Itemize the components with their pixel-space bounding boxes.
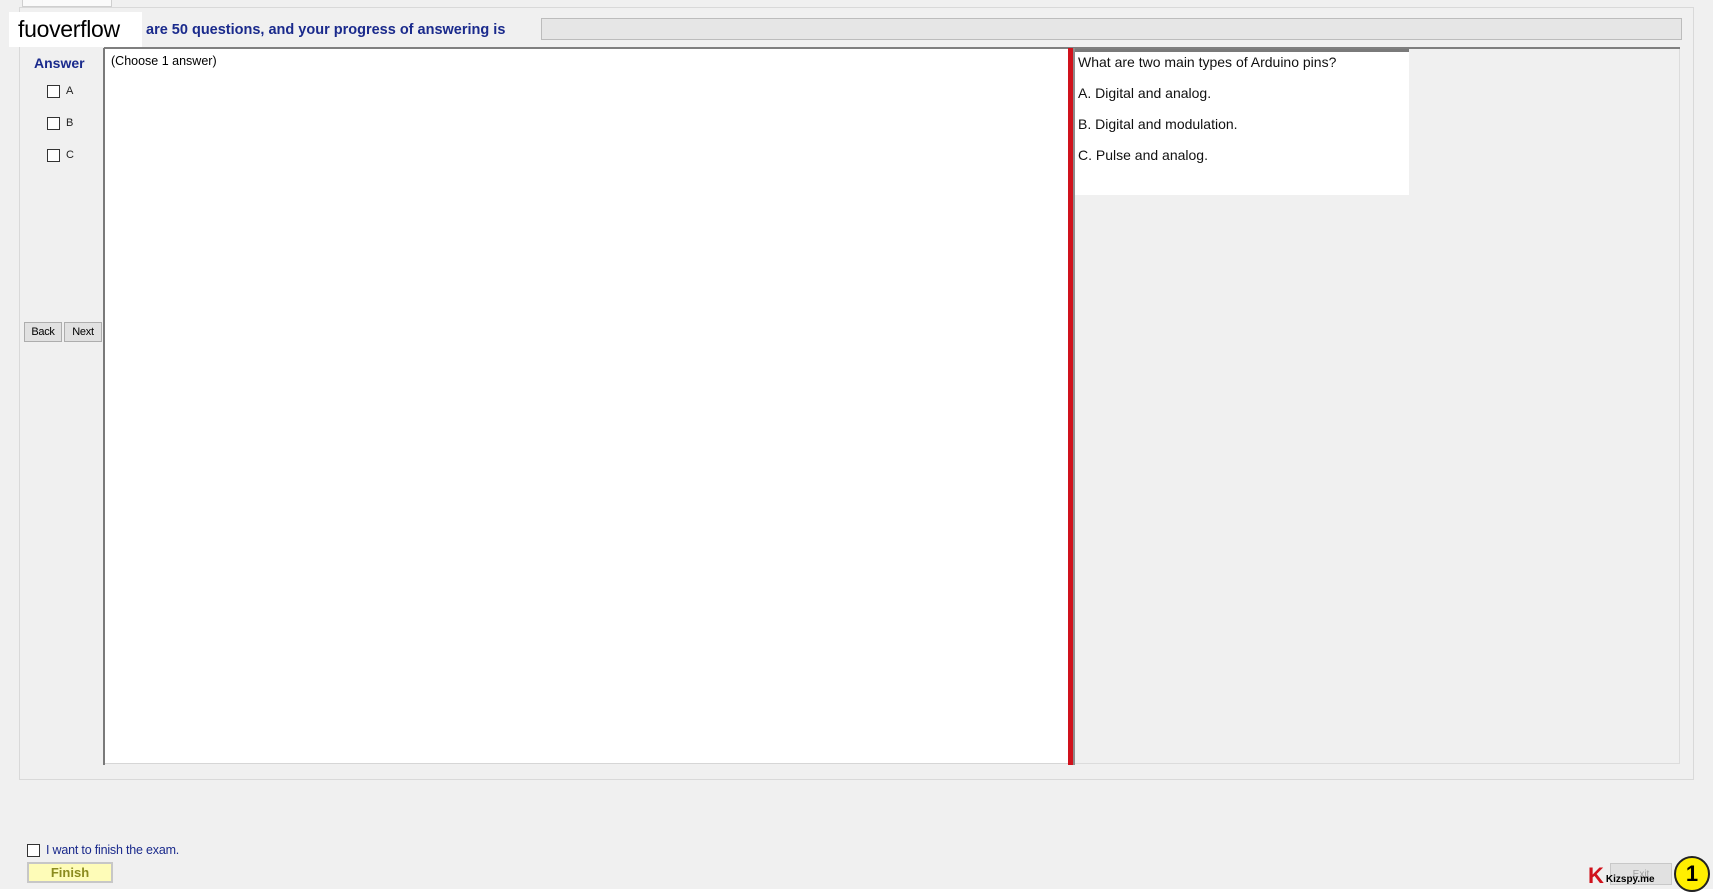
answer-option-a[interactable]: A [47, 83, 73, 99]
question-box: What are two main types of Arduino pins?… [1075, 49, 1409, 195]
question-text: What are two main types of Arduino pins? [1078, 54, 1337, 70]
top-tab [22, 0, 112, 7]
answer-panel: Answer A B C Back Next [22, 49, 104, 764]
main-pane: (Choose 1 answer) [105, 49, 1068, 764]
question-choice-b: B. Digital and modulation. [1078, 116, 1238, 132]
answer-label-b: B [66, 117, 74, 129]
answer-checkbox-c[interactable] [47, 148, 60, 162]
answer-label-c: C [66, 149, 74, 161]
progress-bar [541, 18, 1682, 40]
question-choice-c: C. Pulse and analog. [1078, 147, 1208, 163]
watermark-text: Kizspy.me [1605, 874, 1655, 885]
watermark-logo: K Kizspy.me [1588, 863, 1655, 888]
next-button[interactable]: Next [64, 322, 102, 342]
question-pane: What are two main types of Arduino pins?… [1075, 49, 1680, 764]
logo: fuoverflow [9, 12, 142, 47]
finish-confirm-label: I want to finish the exam. [46, 843, 180, 857]
finish-button[interactable]: Finish [27, 862, 113, 883]
bottom-strip [0, 889, 1713, 893]
answer-option-b[interactable]: B [47, 115, 73, 131]
answer-checkbox-a[interactable] [47, 84, 60, 98]
finish-confirm-checkbox[interactable] [27, 843, 40, 857]
progress-text: are 50 questions, and your progress of a… [146, 22, 506, 38]
answer-label-a: A [66, 85, 74, 97]
answer-title: Answer [34, 55, 85, 71]
answer-checkbox-b[interactable] [47, 116, 60, 130]
watermark-k-icon: K [1588, 863, 1604, 888]
back-button[interactable]: Back [24, 322, 62, 342]
answer-option-c[interactable]: C [47, 147, 74, 163]
finish-confirm[interactable]: I want to finish the exam. [27, 843, 179, 857]
page-badge: 1 [1674, 856, 1710, 892]
question-choice-a: A. Digital and analog. [1078, 85, 1212, 101]
choose-instruction: (Choose 1 answer) [111, 54, 217, 68]
